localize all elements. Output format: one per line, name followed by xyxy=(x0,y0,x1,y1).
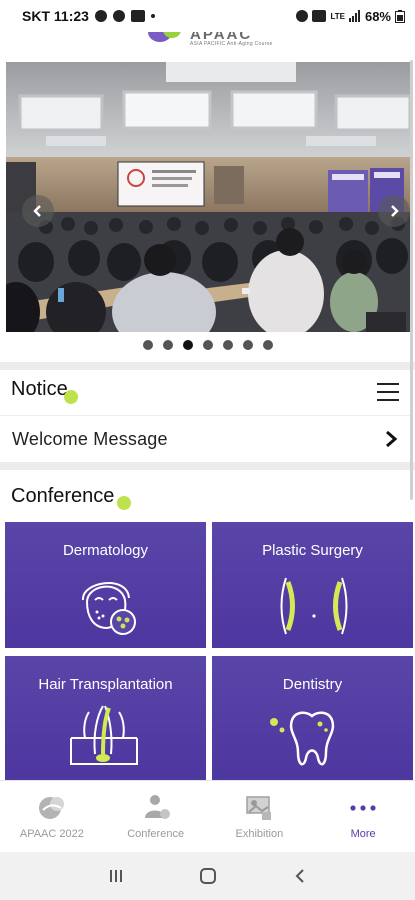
carousel-pagination xyxy=(0,340,415,350)
volte-icon xyxy=(312,10,327,22)
tile-label: Dermatology xyxy=(62,542,149,559)
carousel-dot[interactable] xyxy=(262,340,273,350)
carousel-next-button[interactable] xyxy=(378,195,410,227)
recent-apps-icon[interactable] xyxy=(108,868,124,884)
app-logo: APAAC ASIA PACIFIC Anti-Aging Course xyxy=(0,32,415,58)
nav-apaac-2022[interactable]: APAAC 2022 xyxy=(0,781,104,852)
implant-icon xyxy=(280,577,348,635)
message-notification-icon xyxy=(130,10,145,22)
tile-label: Hair Transplantation xyxy=(38,676,173,693)
conference-hall-photo xyxy=(6,62,410,332)
nav-label: Exhibition xyxy=(235,827,284,840)
notice-item-label: Welcome Message xyxy=(12,428,168,449)
carousel-dot[interactable] xyxy=(242,340,253,350)
nav-label: APAAC 2022 xyxy=(19,827,84,840)
conference-icon xyxy=(141,794,171,822)
logo-tagline: ASIA PACIFIC Anti-Aging Course xyxy=(190,41,273,47)
carousel-prev-button[interactable] xyxy=(22,195,54,227)
alarm-icon xyxy=(296,10,309,22)
conference-title: Conference xyxy=(11,485,115,507)
scrollbar[interactable] xyxy=(410,60,413,500)
notice-menu-button[interactable] xyxy=(377,383,399,401)
section-divider xyxy=(0,462,415,470)
nav-exhibition[interactable]: Exhibition xyxy=(208,781,312,852)
notice-item-welcome-message[interactable]: Welcome Message xyxy=(0,415,410,462)
carousel-dot[interactable] xyxy=(182,340,193,350)
carousel-dot[interactable] xyxy=(222,340,233,350)
more-notifications-icon xyxy=(150,14,155,18)
carousel-dot[interactable] xyxy=(142,340,153,350)
signal-icon xyxy=(348,10,360,22)
back-icon[interactable] xyxy=(293,867,307,885)
bottom-nav: APAAC 2022 Conference Exhibition More xyxy=(0,780,415,852)
chat-notification-icon xyxy=(112,10,125,22)
banner-carousel[interactable] xyxy=(6,62,410,332)
hair-follicle-icon xyxy=(70,705,138,765)
accent-dot xyxy=(117,496,131,510)
tooth-icon xyxy=(270,711,335,766)
chevron-left-icon xyxy=(33,205,41,217)
face-mask-icon xyxy=(81,582,136,635)
nav-label: More xyxy=(350,827,376,840)
chevron-right-icon xyxy=(391,205,399,217)
exhibition-icon xyxy=(244,794,274,822)
apaac-logo-icon xyxy=(37,794,67,822)
tile-plastic-surgery[interactable]: Plastic Surgery xyxy=(212,522,413,648)
section-divider xyxy=(0,362,415,370)
carousel-dot[interactable] xyxy=(202,340,213,350)
status-bar: SKT 11:23 LTE 68% xyxy=(0,0,415,32)
battery-level: 68% xyxy=(364,8,391,24)
tile-label: Dentistry xyxy=(282,676,343,693)
battery-icon xyxy=(395,9,405,23)
nav-conference[interactable]: Conference xyxy=(104,781,208,852)
system-nav-bar xyxy=(0,852,415,900)
network-type: LTE xyxy=(330,11,345,21)
more-dots-icon xyxy=(348,794,378,822)
chevron-right-icon xyxy=(386,430,398,448)
carousel-dot[interactable] xyxy=(162,340,173,350)
accent-dot xyxy=(64,390,78,404)
tile-dentistry[interactable]: Dentistry xyxy=(212,656,413,782)
apaac-logo-mark xyxy=(148,32,181,42)
notice-title: Notice xyxy=(11,378,68,400)
photo-notification-icon xyxy=(94,10,107,22)
nav-more[interactable]: More xyxy=(311,781,415,852)
tile-dermatology[interactable]: Dermatology xyxy=(5,522,206,648)
tile-label: Plastic Surgery xyxy=(262,542,363,559)
status-time: SKT 11:23 xyxy=(22,8,89,24)
home-icon[interactable] xyxy=(199,867,217,885)
nav-label: Conference xyxy=(127,827,185,840)
tile-hair-transplantation[interactable]: Hair Transplantation xyxy=(5,656,206,782)
